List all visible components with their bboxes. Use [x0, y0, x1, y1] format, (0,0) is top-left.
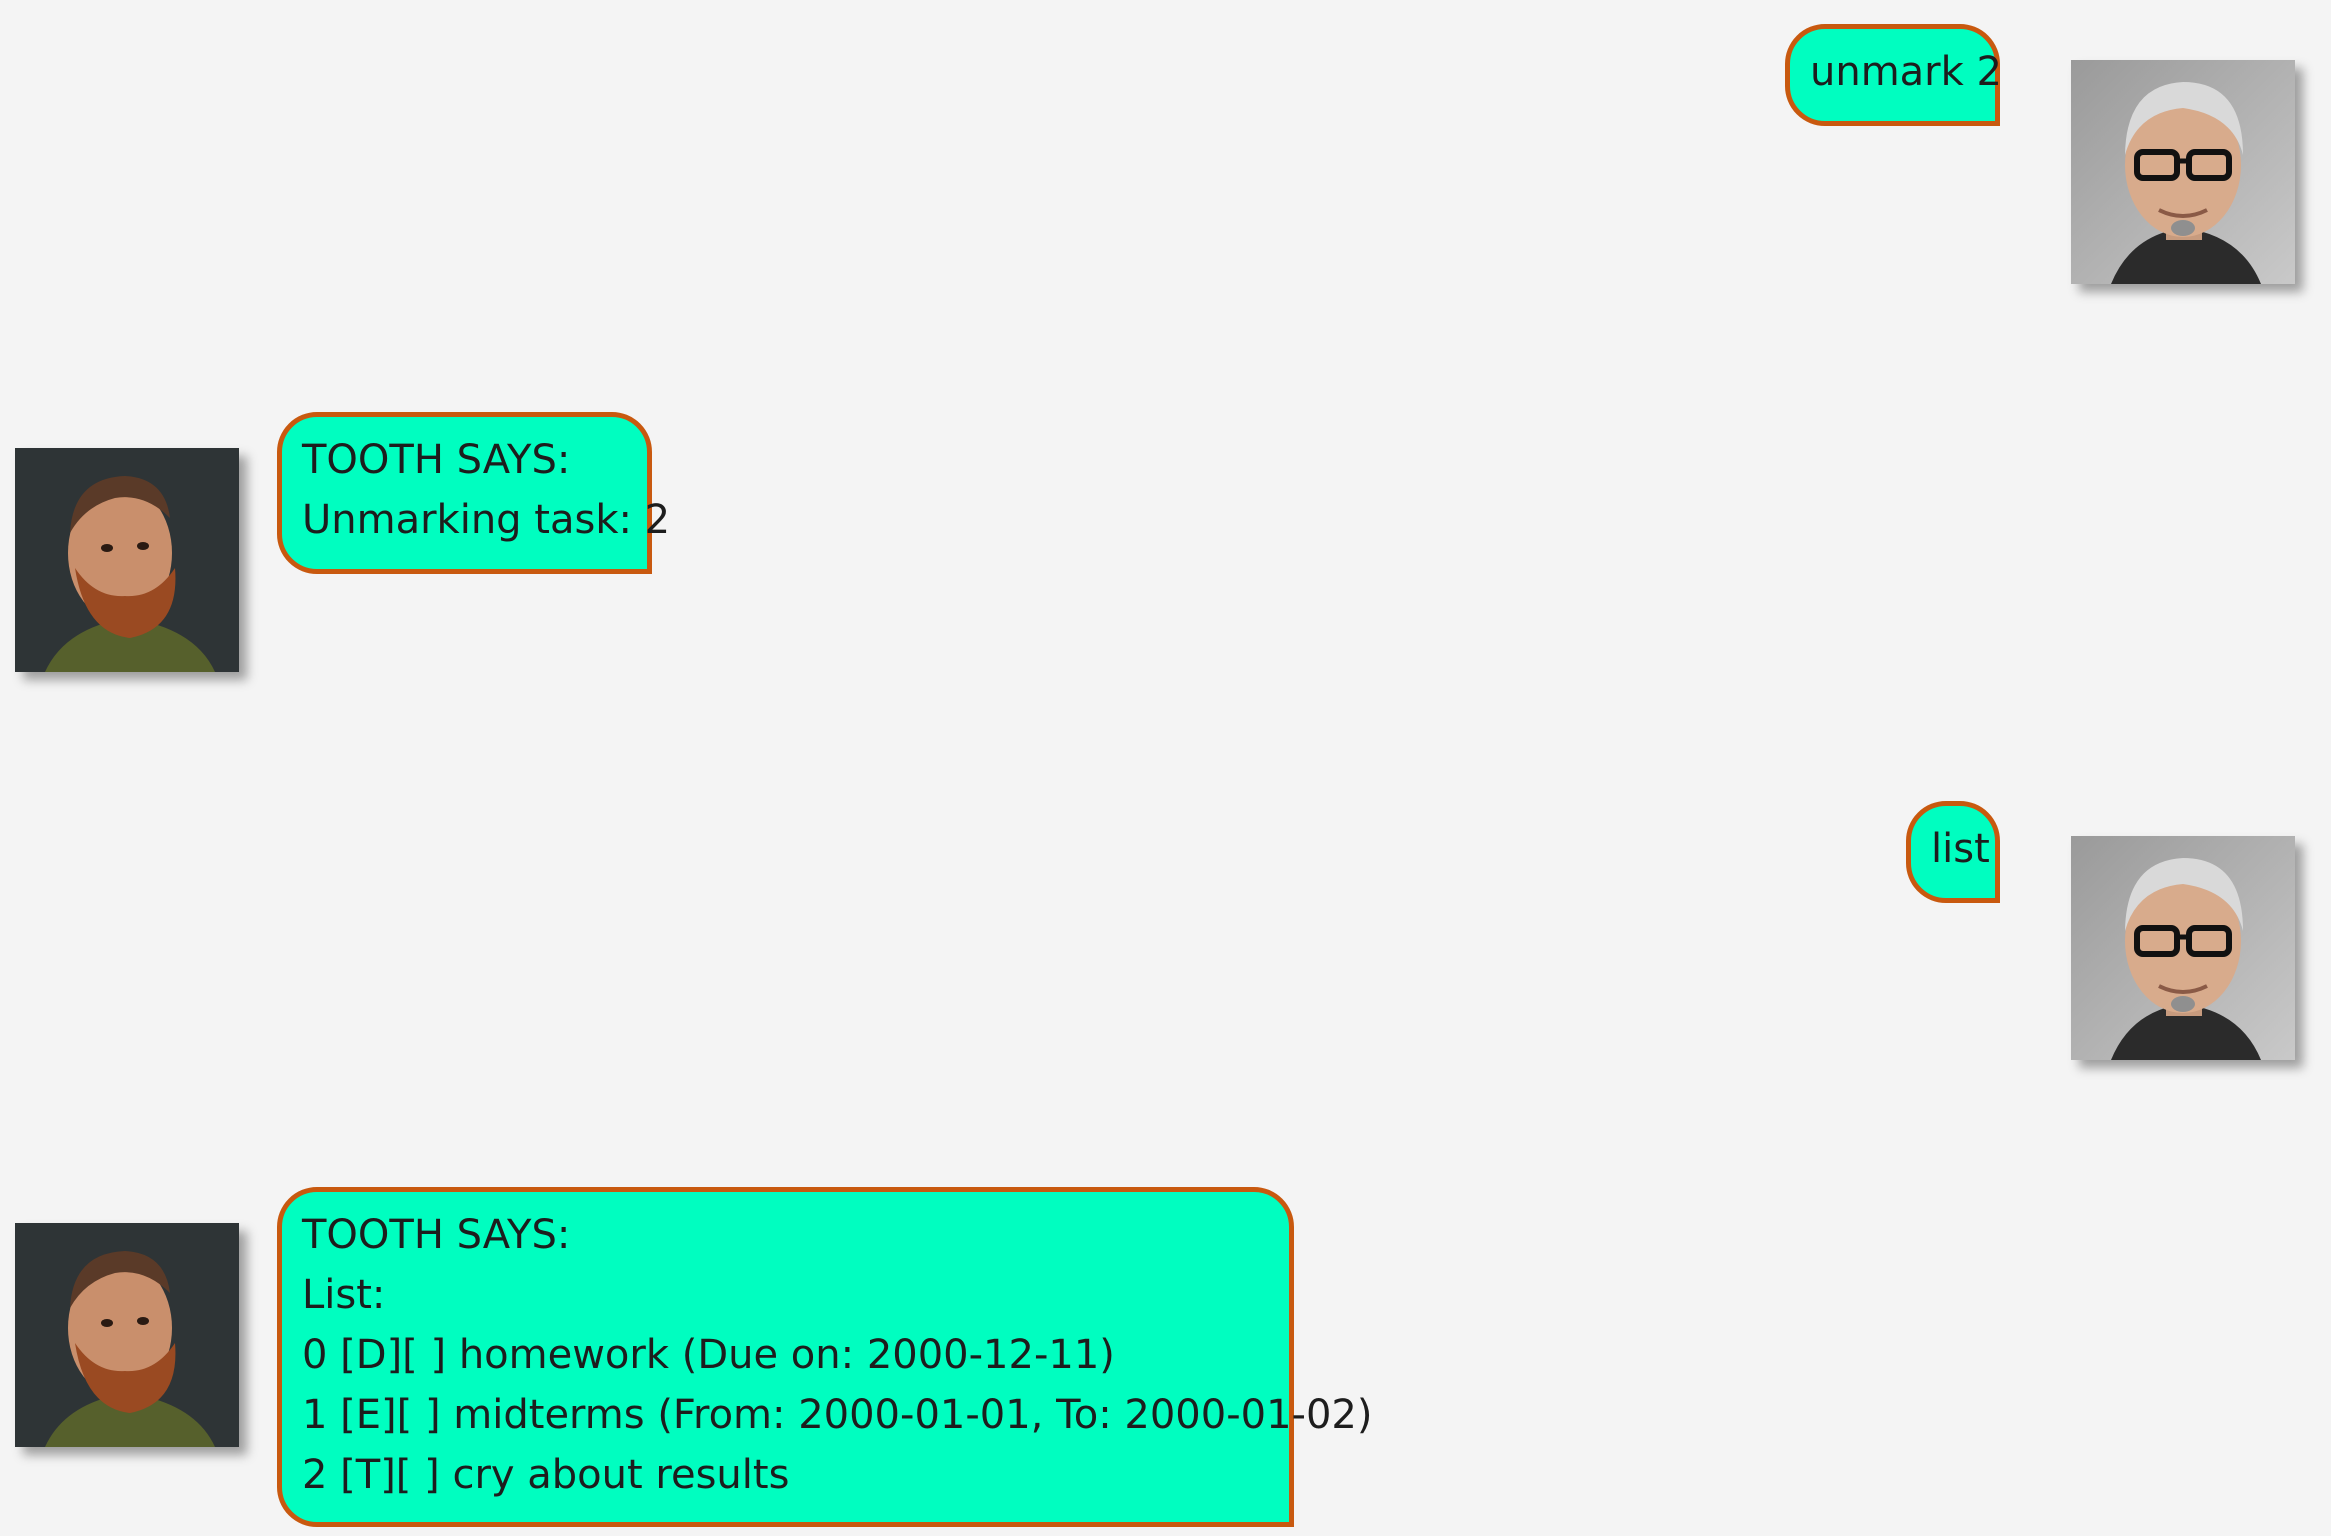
bot-message-bubble: TOOTH SAYS: List: 0 [D][ ] homework (Due…	[277, 1187, 1373, 1527]
bot-avatar	[15, 1223, 239, 1447]
message-text: TOOTH SAYS:	[302, 1212, 571, 1258]
message-text: 0 [D][ ] homework (Due on: 2000-12-11)	[302, 1332, 1115, 1378]
message-text: 2 [T][ ] cry about results	[302, 1452, 790, 1498]
dialog-container: unmark 2 TOOTH SAYS: Unmarking task: 2 l…	[0, 0, 2331, 1536]
message-text: List:	[302, 1272, 386, 1318]
message-text: TOOTH SAYS:	[302, 437, 571, 483]
user-message-bubble: unmark 2	[1785, 24, 2002, 126]
user-avatar	[2071, 60, 2295, 284]
user-message-bubble: list	[1906, 801, 2000, 903]
bot-avatar	[15, 448, 239, 672]
message-text: list	[1931, 826, 1990, 872]
message-text: unmark 2	[1810, 49, 2002, 95]
bot-message-bubble: TOOTH SAYS: Unmarking task: 2	[277, 412, 671, 574]
user-avatar	[2071, 836, 2295, 1060]
message-text: 1 [E][ ] midterms (From: 2000-01-01, To:…	[302, 1392, 1373, 1438]
message-text: Unmarking task: 2	[302, 497, 671, 543]
